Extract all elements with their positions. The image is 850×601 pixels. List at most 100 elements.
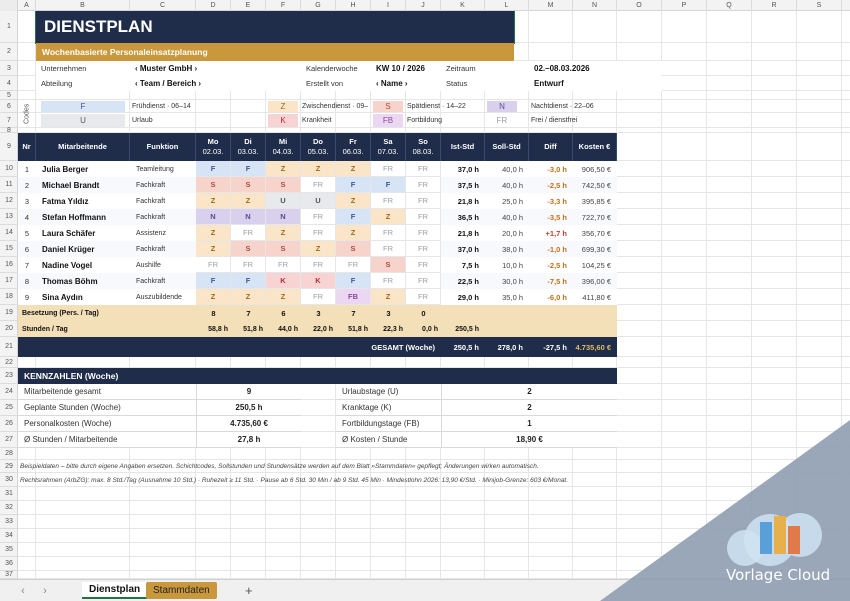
shift-cell[interactable]: FR (196, 257, 230, 272)
shift-cell[interactable]: Z (371, 209, 405, 224)
employee-function[interactable]: Aushilfe (130, 257, 196, 273)
employee-name[interactable]: Sina Aydın (36, 289, 130, 305)
row-header[interactable]: 19 (0, 305, 18, 321)
employee-function[interactable]: Fachkraft (130, 177, 196, 193)
shift-cell[interactable]: N (266, 209, 300, 224)
row-header[interactable]: 14 (0, 225, 18, 241)
shift-cell[interactable]: Z (266, 161, 300, 176)
row-header[interactable]: 3 (0, 61, 18, 76)
shift-cell[interactable]: F (196, 273, 230, 288)
shift-cell[interactable]: FB (336, 289, 370, 304)
add-sheet-icon[interactable]: + (245, 583, 253, 598)
status-value[interactable]: Entwurf (529, 76, 662, 91)
shift-cell[interactable]: Z (196, 241, 230, 256)
row-header[interactable]: 33 (0, 515, 18, 529)
shift-cell[interactable]: Z (301, 241, 335, 256)
shift-cell[interactable]: Z (371, 289, 405, 304)
employee-name[interactable]: Julia Berger (36, 161, 130, 177)
shift-cell[interactable]: Z (336, 161, 370, 176)
row-header[interactable]: 31 (0, 487, 18, 501)
row-header[interactable]: 13 (0, 209, 18, 225)
shift-cell[interactable]: F (371, 177, 405, 192)
row-header[interactable]: 35 (0, 543, 18, 557)
row-header[interactable]: 6 (0, 100, 18, 113)
shift-cell[interactable]: FR (406, 209, 440, 224)
column-header[interactable]: R (752, 0, 797, 11)
employee-function[interactable]: Fachkraft (130, 209, 196, 225)
creator-value[interactable]: ‹ Name › (371, 76, 441, 91)
shift-cell[interactable]: FR (371, 193, 405, 208)
shift-cell[interactable]: FR (371, 273, 405, 288)
shift-cell[interactable]: Z (336, 193, 370, 208)
employee-name[interactable]: Daniel Krüger (36, 241, 130, 257)
shift-cell[interactable]: Z (231, 193, 265, 208)
row-header[interactable]: 2 (0, 43, 18, 61)
shift-cell[interactable]: S (266, 177, 300, 192)
row-header[interactable]: 12 (0, 193, 18, 209)
row-header[interactable]: 28 (0, 448, 18, 460)
shift-cell[interactable]: S (266, 241, 300, 256)
column-header[interactable]: C (130, 0, 196, 11)
shift-cell[interactable]: F (336, 209, 370, 224)
shift-cell[interactable]: N (196, 209, 230, 224)
shift-cell[interactable]: U (301, 193, 335, 208)
shift-cell[interactable]: Z (336, 225, 370, 240)
row-header[interactable]: 9 (0, 133, 18, 161)
column-header[interactable]: P (662, 0, 707, 11)
row-header[interactable]: 24 (0, 384, 18, 400)
column-header[interactable]: J (406, 0, 441, 11)
shift-cell[interactable]: FR (301, 225, 335, 240)
shift-cell[interactable]: FR (301, 289, 335, 304)
employee-name[interactable]: Stefan Hoffmann (36, 209, 130, 225)
shift-cell[interactable]: U (266, 193, 300, 208)
row-header[interactable]: 5 (0, 91, 18, 100)
employee-function[interactable]: Fachkraft (130, 273, 196, 289)
row-header[interactable]: 20 (0, 321, 18, 337)
row-header[interactable]: 21 (0, 337, 18, 357)
shift-cell[interactable]: S (336, 241, 370, 256)
shift-cell[interactable]: Z (266, 289, 300, 304)
column-header[interactable]: S (797, 0, 842, 11)
row-header[interactable]: 4 (0, 76, 18, 91)
row-header[interactable]: 23 (0, 368, 18, 384)
column-header[interactable]: H (336, 0, 371, 11)
column-header[interactable]: I (371, 0, 406, 11)
shift-cell[interactable]: K (266, 273, 300, 288)
shift-cell[interactable]: FR (406, 225, 440, 240)
shift-cell[interactable]: FR (301, 209, 335, 224)
column-header[interactable]: M (529, 0, 573, 11)
shift-cell[interactable]: FR (406, 241, 440, 256)
column-header[interactable]: Q (707, 0, 752, 11)
shift-cell[interactable]: F (196, 161, 230, 176)
employee-name[interactable]: Fatma Yıldız (36, 193, 130, 209)
shift-cell[interactable]: S (231, 241, 265, 256)
shift-cell[interactable]: S (371, 257, 405, 272)
row-header[interactable]: 26 (0, 416, 18, 432)
shift-cell[interactable]: FR (406, 193, 440, 208)
company-value[interactable]: ‹ Muster GmbH › (130, 61, 301, 76)
employee-name[interactable]: Michael Brandt (36, 177, 130, 193)
column-header[interactable]: N (573, 0, 617, 11)
shift-cell[interactable]: F (231, 273, 265, 288)
shift-cell[interactable]: K (301, 273, 335, 288)
shift-cell[interactable]: Z (196, 193, 230, 208)
shift-cell[interactable]: FR (301, 257, 335, 272)
employee-name[interactable]: Thomas Böhm (36, 273, 130, 289)
column-header[interactable]: F (266, 0, 301, 11)
column-header[interactable]: L (485, 0, 529, 11)
shift-cell[interactable]: F (231, 161, 265, 176)
shift-cell[interactable]: FR (336, 257, 370, 272)
column-header[interactable]: E (231, 0, 266, 11)
shift-cell[interactable]: Z (231, 289, 265, 304)
employee-function[interactable]: Teamleitung (130, 161, 196, 177)
column-header[interactable]: O (617, 0, 662, 11)
row-header[interactable]: 25 (0, 400, 18, 416)
dept-value[interactable]: ‹ Team / Bereich › (130, 76, 301, 91)
worksheet-grid[interactable]: DIENSTPLAN Wochenbasierte Personaleinsatz… (18, 11, 850, 579)
shift-cell[interactable]: Z (301, 161, 335, 176)
column-header[interactable]: B (36, 0, 130, 11)
shift-cell[interactable]: FR (231, 257, 265, 272)
row-header[interactable]: 10 (0, 161, 18, 177)
employee-name[interactable]: Laura Schäfer (36, 225, 130, 241)
sheet-subtitle[interactable]: Wochenbasierte Personaleinsatzplanung (36, 43, 514, 61)
